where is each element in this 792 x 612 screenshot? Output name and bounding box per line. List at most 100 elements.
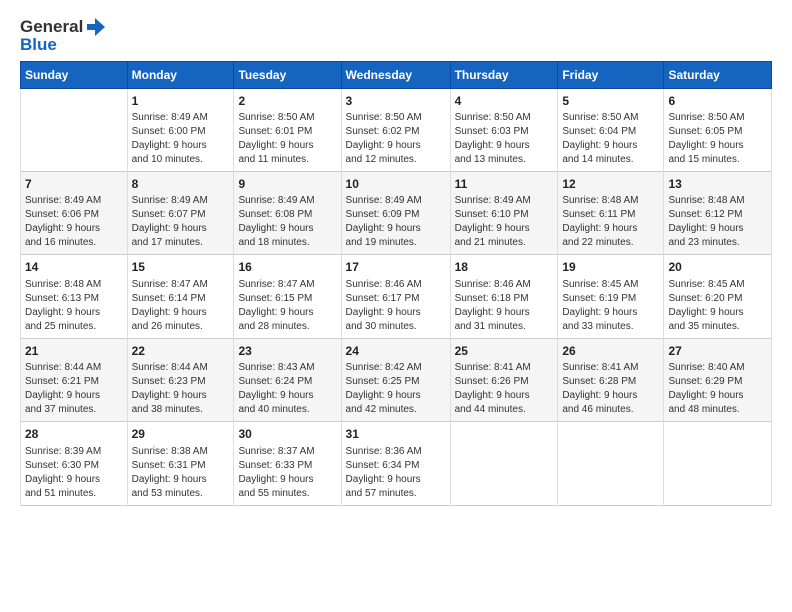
day-info: Sunrise: 8:50 AM Sunset: 6:04 PM Dayligh… [562, 111, 659, 167]
calendar-cell: 2Sunrise: 8:50 AM Sunset: 6:01 PM Daylig… [234, 88, 341, 171]
calendar-cell: 17Sunrise: 8:46 AM Sunset: 6:17 PM Dayli… [341, 255, 450, 338]
day-number: 17 [346, 259, 446, 276]
calendar-cell: 24Sunrise: 8:42 AM Sunset: 6:25 PM Dayli… [341, 338, 450, 421]
calendar-cell: 4Sunrise: 8:50 AM Sunset: 6:03 PM Daylig… [450, 88, 558, 171]
day-info: Sunrise: 8:50 AM Sunset: 6:01 PM Dayligh… [238, 111, 336, 167]
day-number: 15 [132, 259, 230, 276]
calendar-table: SundayMondayTuesdayWednesdayThursdayFrid… [20, 61, 772, 506]
day-info: Sunrise: 8:45 AM Sunset: 6:20 PM Dayligh… [668, 278, 767, 334]
day-number: 12 [562, 176, 659, 193]
day-info: Sunrise: 8:50 AM Sunset: 6:03 PM Dayligh… [455, 111, 554, 167]
calendar-cell: 7Sunrise: 8:49 AM Sunset: 6:06 PM Daylig… [21, 172, 128, 255]
day-number: 19 [562, 259, 659, 276]
day-number: 16 [238, 259, 336, 276]
calendar-cell [21, 88, 128, 171]
day-number: 8 [132, 176, 230, 193]
calendar-week-row: 14 Sunrise: 8:48 AM Sunset: 6:13 PM Dayli… [21, 255, 772, 338]
day-info: Sunrise: 8:43 AM Sunset: 6:24 PM Dayligh… [238, 361, 336, 417]
calendar-week-row: 1Sunrise: 8:49 AM Sunset: 6:00 PM Daylig… [21, 88, 772, 171]
calendar-cell: 12Sunrise: 8:48 AM Sunset: 6:11 PM Dayli… [558, 172, 664, 255]
day-info: Sunrise: 8:49 AM Sunset: 6:06 PM Dayligh… [25, 194, 123, 250]
day-info: Sunrise: 8:47 AM Sunset: 6:14 PM Dayligh… [132, 278, 230, 334]
calendar-cell: 28 Sunrise: 8:39 AM Sunset: 6:30 PM Dayli… [21, 422, 128, 505]
calendar-cell: 21Sunrise: 8:44 AM Sunset: 6:21 PM Dayli… [21, 338, 128, 421]
calendar-cell: 23Sunrise: 8:43 AM Sunset: 6:24 PM Dayli… [234, 338, 341, 421]
calendar-cell: 22Sunrise: 8:44 AM Sunset: 6:23 PM Dayli… [127, 338, 234, 421]
day-number: 2 [238, 93, 336, 110]
calendar-week-row: 21Sunrise: 8:44 AM Sunset: 6:21 PM Dayli… [21, 338, 772, 421]
day-info: Sunrise: 8:49 AM Sunset: 6:09 PM Dayligh… [346, 194, 446, 250]
day-header: Monday [127, 61, 234, 88]
day-number: 31 [346, 426, 446, 443]
calendar-cell: 3Sunrise: 8:50 AM Sunset: 6:02 PM Daylig… [341, 88, 450, 171]
day-info: Sunrise: 8:48 AM Sunset: 6:12 PM Dayligh… [668, 194, 767, 250]
day-info: Sunrise: 8:50 AM Sunset: 6:02 PM Dayligh… [346, 111, 446, 167]
day-info: Sunrise: 8:42 AM Sunset: 6:25 PM Dayligh… [346, 361, 446, 417]
calendar-cell [450, 422, 558, 505]
calendar-cell: 27Sunrise: 8:40 AM Sunset: 6:29 PM Dayli… [664, 338, 772, 421]
day-info: Sunrise: 8:38 AM Sunset: 6:31 PM Dayligh… [132, 445, 230, 501]
day-number: 14 [25, 259, 123, 276]
calendar-cell: 19 Sunrise: 8:45 AM Sunset: 6:19 PM Dayli… [558, 255, 664, 338]
day-number: 25 [455, 343, 554, 360]
calendar-cell: 13Sunrise: 8:48 AM Sunset: 6:12 PM Dayli… [664, 172, 772, 255]
day-info: Sunrise: 8:40 AM Sunset: 6:29 PM Dayligh… [668, 361, 767, 417]
calendar-cell: 20 Sunrise: 8:45 AM Sunset: 6:20 PM Dayli… [664, 255, 772, 338]
day-number: 30 [238, 426, 336, 443]
day-number: 29 [132, 426, 230, 443]
day-number: 9 [238, 176, 336, 193]
day-info: Sunrise: 8:46 AM Sunset: 6:18 PM Dayligh… [455, 278, 554, 334]
day-info: Sunrise: 8:50 AM Sunset: 6:05 PM Dayligh… [668, 111, 767, 167]
day-info: Sunrise: 8:48 AM Sunset: 6:11 PM Dayligh… [562, 194, 659, 250]
day-number: 18 [455, 259, 554, 276]
day-number: 27 [668, 343, 767, 360]
calendar-cell: 8Sunrise: 8:49 AM Sunset: 6:07 PM Daylig… [127, 172, 234, 255]
day-info: Sunrise: 8:48 AM Sunset: 6:13 PM Dayligh… [25, 278, 123, 334]
day-number: 4 [455, 93, 554, 110]
day-number: 22 [132, 343, 230, 360]
day-info: Sunrise: 8:36 AM Sunset: 6:34 PM Dayligh… [346, 445, 446, 501]
calendar-week-row: 28 Sunrise: 8:39 AM Sunset: 6:30 PM Dayli… [21, 422, 772, 505]
calendar-cell: 29 Sunrise: 8:38 AM Sunset: 6:31 PM Dayli… [127, 422, 234, 505]
day-info: Sunrise: 8:39 AM Sunset: 6:30 PM Dayligh… [25, 445, 123, 501]
calendar-cell [558, 422, 664, 505]
logo-arrow-icon [85, 16, 107, 38]
day-info: Sunrise: 8:45 AM Sunset: 6:19 PM Dayligh… [562, 278, 659, 334]
calendar-cell: 11Sunrise: 8:49 AM Sunset: 6:10 PM Dayli… [450, 172, 558, 255]
day-number: 1 [132, 93, 230, 110]
calendar-cell: 5Sunrise: 8:50 AM Sunset: 6:04 PM Daylig… [558, 88, 664, 171]
logo-blue: Blue [20, 36, 107, 55]
day-info: Sunrise: 8:49 AM Sunset: 6:10 PM Dayligh… [455, 194, 554, 250]
day-info: Sunrise: 8:49 AM Sunset: 6:08 PM Dayligh… [238, 194, 336, 250]
calendar-cell: 31 Sunrise: 8:36 AM Sunset: 6:34 PM Dayli… [341, 422, 450, 505]
day-info: Sunrise: 8:49 AM Sunset: 6:07 PM Dayligh… [132, 194, 230, 250]
day-info: Sunrise: 8:44 AM Sunset: 6:21 PM Dayligh… [25, 361, 123, 417]
day-info: Sunrise: 8:41 AM Sunset: 6:28 PM Dayligh… [562, 361, 659, 417]
day-info: Sunrise: 8:44 AM Sunset: 6:23 PM Dayligh… [132, 361, 230, 417]
day-header: Friday [558, 61, 664, 88]
day-info: Sunrise: 8:41 AM Sunset: 6:26 PM Dayligh… [455, 361, 554, 417]
calendar-cell: 6Sunrise: 8:50 AM Sunset: 6:05 PM Daylig… [664, 88, 772, 171]
day-info: Sunrise: 8:37 AM Sunset: 6:33 PM Dayligh… [238, 445, 336, 501]
day-number: 24 [346, 343, 446, 360]
calendar-cell: 9Sunrise: 8:49 AM Sunset: 6:08 PM Daylig… [234, 172, 341, 255]
day-number: 28 [25, 426, 123, 443]
logo: General Blue [20, 16, 107, 55]
day-number: 5 [562, 93, 659, 110]
day-header: Sunday [21, 61, 128, 88]
calendar-cell: 1Sunrise: 8:49 AM Sunset: 6:00 PM Daylig… [127, 88, 234, 171]
day-number: 7 [25, 176, 123, 193]
day-number: 20 [668, 259, 767, 276]
logo-general: General [20, 18, 83, 37]
calendar-cell: 14 Sunrise: 8:48 AM Sunset: 6:13 PM Dayli… [21, 255, 128, 338]
day-header: Wednesday [341, 61, 450, 88]
calendar-week-row: 7Sunrise: 8:49 AM Sunset: 6:06 PM Daylig… [21, 172, 772, 255]
day-header: Thursday [450, 61, 558, 88]
day-info: Sunrise: 8:47 AM Sunset: 6:15 PM Dayligh… [238, 278, 336, 334]
calendar-cell: 10Sunrise: 8:49 AM Sunset: 6:09 PM Dayli… [341, 172, 450, 255]
calendar-cell: 18 Sunrise: 8:46 AM Sunset: 6:18 PM Dayli… [450, 255, 558, 338]
calendar-cell: 15 Sunrise: 8:47 AM Sunset: 6:14 PM Dayli… [127, 255, 234, 338]
day-number: 3 [346, 93, 446, 110]
calendar-cell: 16 Sunrise: 8:47 AM Sunset: 6:15 PM Dayli… [234, 255, 341, 338]
day-number: 6 [668, 93, 767, 110]
